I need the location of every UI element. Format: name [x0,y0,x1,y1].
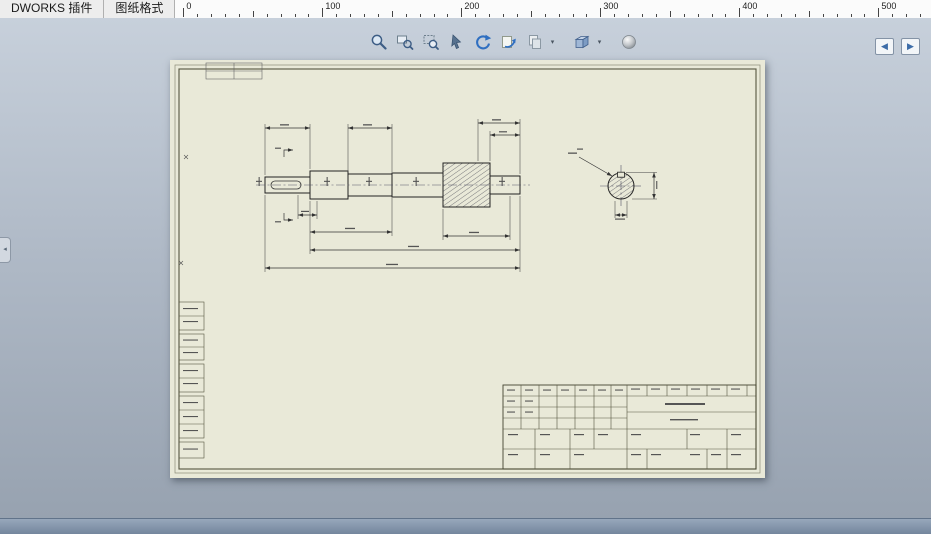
view-3d-drawing-icon[interactable] [496,32,521,52]
ruler-tick [377,13,379,17]
copy-appearance-dropdown-chevron[interactable]: ▾ [548,38,557,46]
ruler-tick [906,13,908,17]
zoom-to-area-icon[interactable] [392,32,417,52]
top-bar: DWORKS 插件 图纸格式 0 100 200 300 400 500 [0,0,931,19]
view-toolbar: ▾ ▾ [366,32,641,52]
ruler-tick [475,13,477,17]
ruler-tick [864,13,866,17]
ruler-tick [489,13,491,17]
ruler-tick [892,13,894,17]
title-block [502,384,757,470]
ruler-tick [280,13,282,17]
tab-solidworks-plugins[interactable]: DWORKS 插件 [0,0,105,18]
ruler-tick [920,13,922,17]
ruler-tick [836,13,838,17]
sheet-nav: ◀ ▶ [875,38,920,55]
ruler-tick [878,8,880,17]
ruler-label: 200 [464,1,480,11]
section-keyway [617,171,625,178]
ruler-tick [294,13,296,17]
ruler-tick [614,13,616,17]
zoom-window-icon[interactable] [418,32,443,52]
ruler-tick [405,13,407,17]
ruler-tick [350,13,352,17]
ruler-tick [600,8,602,17]
ruler-tick [447,13,449,17]
ruler-tick [252,11,254,17]
ruler-tick [461,8,463,17]
view-orientation-dropdown-chevron[interactable]: ▾ [595,38,604,46]
ruler-tick [516,13,518,17]
ruler-tick [419,13,421,17]
previous-sheet-button[interactable]: ◀ [875,38,894,55]
ruler-label: 400 [742,1,758,11]
ruler-tick [336,13,338,17]
ruler-tick [669,11,671,17]
ruler-tick [433,13,435,17]
ruler-tick [794,13,796,17]
next-sheet-button[interactable]: ▶ [901,38,920,55]
ruler-tick [850,13,852,17]
ruler-label: 300 [603,1,619,11]
ruler-tick [503,13,505,17]
ruler-tick [822,13,824,17]
ruler-tick [558,13,560,17]
rotate-view-icon[interactable] [470,32,495,52]
ruler-tick [781,13,783,17]
tab-sheet-format[interactable]: 图纸格式 [104,0,176,18]
ruler-tick [628,13,630,17]
ruler-tick [572,13,574,17]
ruler-tick [725,13,727,17]
ruler-tick [697,13,699,17]
ruler-tick [266,13,268,17]
ruler-tick [211,13,213,17]
corner-block [205,62,263,80]
ruler-label: 0 [186,1,192,11]
ruler-tick [683,13,685,17]
leader-line [578,156,613,177]
ruler-tick [739,8,741,17]
status-bar [0,518,931,534]
ruler-tick [225,13,227,17]
pan-arrow-icon[interactable] [444,32,469,52]
ruler-tick [197,13,199,17]
ruler-tick [655,13,657,17]
drawing-sheet[interactable] [170,60,765,478]
ruler-label: 500 [881,1,897,11]
ruler-tick [322,8,324,17]
ruler-tick [530,11,532,17]
ruler-tick [711,13,713,17]
zoom-to-fit-icon[interactable] [366,32,391,52]
revision-table [178,301,205,459]
collapsed-panel-handle[interactable]: ◂ [0,237,11,263]
registration-mark [178,260,184,266]
shaft-section-view[interactable] [568,148,658,220]
ruler-tick [391,11,393,17]
drawing-sheet-svg [174,62,761,474]
ruler-tick [642,13,644,17]
copy-appearance-icon[interactable] [522,32,547,52]
ruler-tick [183,8,185,17]
registration-mark [183,154,189,160]
solidworks-window: DWORKS 插件 图纸格式 0 100 200 300 400 500 ▾ ▾… [0,0,931,534]
view-orientation-icon[interactable] [569,32,594,52]
ruler-tick [753,13,755,17]
horizontal-ruler: 0 100 200 300 400 500 [175,0,931,18]
ruler-tick [808,11,810,17]
ruler-tick [308,13,310,17]
display-style-icon[interactable] [616,32,641,52]
ruler-label: 100 [325,1,341,11]
ruler-tick [238,13,240,17]
drawing-canvas[interactable]: ▾ ▾ ◀ ▶ ◂ [0,18,931,519]
shaft-front-view[interactable] [256,119,530,272]
ruler-tick [544,13,546,17]
ruler-tick [586,13,588,17]
ruler-tick [364,13,366,17]
ruler-tick [767,13,769,17]
